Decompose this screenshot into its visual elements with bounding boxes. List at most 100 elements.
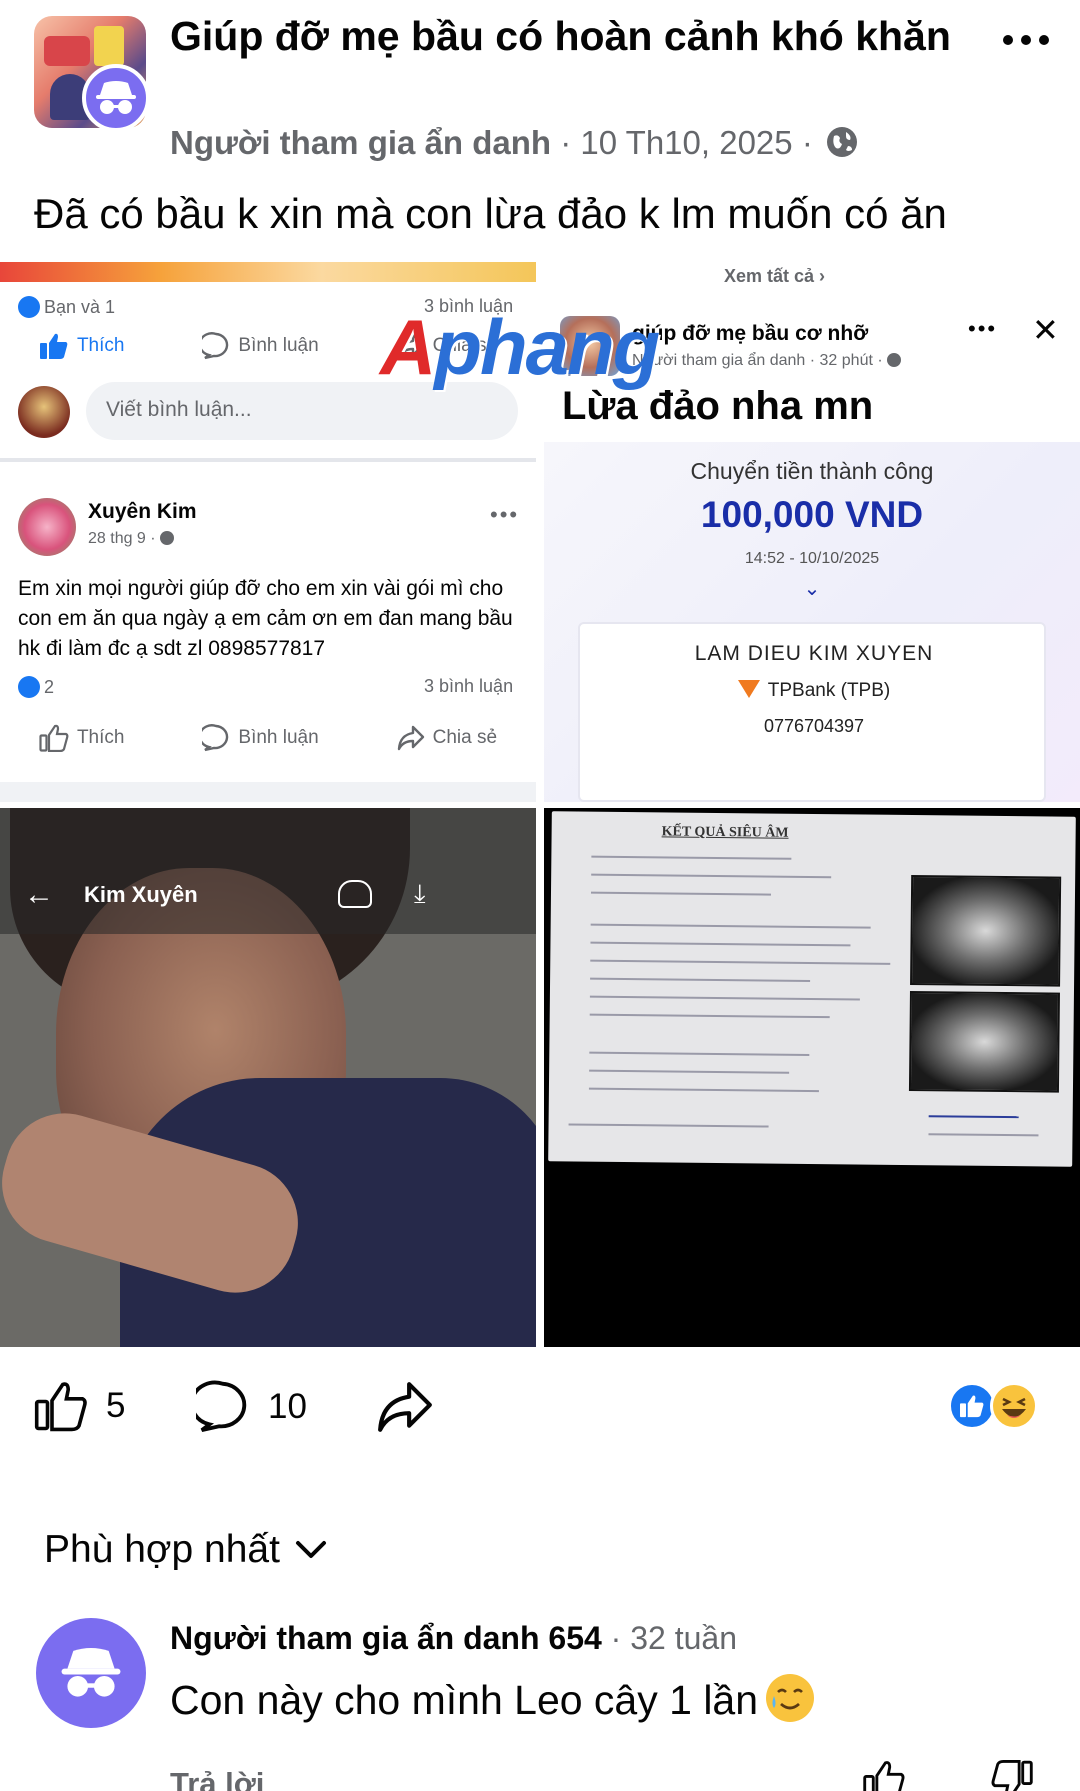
transfer-receipt: Chuyển tiền thành công 100,000 VND 14:52…	[544, 442, 1080, 802]
post-meta: Người tham gia ẩn danh · 32 phút ·	[632, 352, 902, 370]
comment-dislike-icon[interactable]	[990, 1760, 1034, 1791]
haha-reaction-icon	[990, 1382, 1038, 1430]
profile-photo[interactable]: ← Kim Xuyên ⤓	[0, 808, 536, 1347]
signature-line	[928, 1115, 1019, 1119]
comment-like-icon[interactable]	[862, 1760, 906, 1791]
comment-button[interactable]: Bình luận	[202, 724, 319, 752]
photo-top-bar	[0, 808, 536, 934]
like-reaction-icon	[18, 676, 40, 698]
comment-time: · 32 tuần	[601, 1620, 737, 1656]
document-paper: KẾT QUẢ SIÊU ÂM	[548, 811, 1076, 1167]
comment-action[interactable]: 10	[196, 1380, 307, 1434]
back-arrow-icon[interactable]: ←	[24, 878, 54, 912]
like-button[interactable]: Thích	[39, 724, 124, 752]
text-line	[591, 873, 832, 879]
like-reaction-icon	[18, 296, 40, 318]
reaction-bar: 5 10	[0, 1370, 1080, 1450]
comment-text: Em xin mọi người giúp đỡ cho em xin vài …	[18, 577, 513, 660]
chevron-down-icon	[295, 1541, 326, 1558]
action-row: Thích Bình luận Chia sẻ	[0, 718, 536, 758]
transfer-amount: 100,000 VND	[700, 494, 924, 535]
comment-item: Người tham gia ẩn danh 654 · 32 tuần Con…	[0, 1610, 1080, 1791]
comment-count: 10	[268, 1387, 307, 1426]
meta-separator: ·	[801, 124, 813, 161]
reaction-summary-icons[interactable]	[948, 1382, 1044, 1432]
download-icon[interactable]: ⤓	[414, 878, 426, 910]
user-avatar[interactable]	[18, 386, 70, 438]
share-button[interactable]: Chia sẻ	[397, 725, 497, 751]
text-line	[590, 941, 851, 947]
divider	[0, 782, 536, 802]
more-options-icon[interactable]	[996, 22, 1056, 58]
share-arrow-icon	[397, 725, 424, 751]
ultrasound-image	[908, 991, 1060, 1093]
document-title: KẾT QUẢ SIÊU ÂM	[661, 824, 789, 841]
commenter-avatar[interactable]	[18, 498, 76, 556]
anonymous-badge-icon	[82, 64, 150, 132]
like-reaction-icon	[948, 1382, 996, 1430]
thumbs-up-icon	[39, 724, 69, 752]
meta-separator: ·	[560, 124, 572, 161]
more-options-icon[interactable]: •••	[968, 316, 997, 342]
anonymous-avatar-icon[interactable]	[36, 1618, 146, 1728]
divider	[0, 458, 536, 462]
post-author[interactable]: Người tham gia ẩn danh	[170, 124, 551, 161]
comment-bubble-icon	[202, 724, 229, 752]
bank-name: TPBank (TPB)	[546, 680, 1080, 702]
text-line	[591, 855, 792, 860]
comment-text: Con này cho mình Leo cây 1 lần	[170, 1674, 815, 1724]
text-line	[590, 891, 771, 896]
profile-name[interactable]: Kim Xuyên	[84, 882, 198, 908]
comment-comments-count: 3 bình luận	[424, 676, 514, 696]
tpbank-logo-icon	[737, 680, 760, 698]
globe-icon	[826, 126, 858, 166]
globe-icon	[887, 353, 902, 367]
upload-cloud-icon[interactable]	[338, 880, 372, 908]
post-text: Đã có bầu k xin mà con lừa đảo k lm muốn…	[34, 190, 947, 237]
comment-button[interactable]: Bình luận	[202, 332, 319, 360]
share-arrow-icon	[378, 1382, 432, 1432]
see-all-link[interactable]: Xem tất cả ›	[724, 266, 825, 287]
reply-link[interactable]: Trả lời	[170, 1766, 264, 1791]
group-title[interactable]: Giúp đỡ mẹ bầu có hoàn cảnh khó khăn	[170, 10, 970, 63]
post-date[interactable]: 10 Th10, 2025	[580, 124, 792, 161]
ultrasound-image	[910, 875, 1062, 987]
crying-smile-emoji-icon	[766, 1674, 815, 1722]
transfer-status: Chuyển tiền thành công	[690, 458, 934, 484]
thumbs-up-icon	[34, 1382, 87, 1432]
like-button[interactable]: Thích	[39, 332, 124, 360]
group-name[interactable]: giúp đỡ mẹ bầu cơ nhỡ	[632, 322, 868, 346]
commenter-name[interactable]: Xuyên Kim	[88, 500, 197, 524]
image-strip	[0, 262, 536, 282]
thumbs-up-icon	[39, 333, 68, 359]
post-image-grid[interactable]: Bạn và 1 3 bình luận Thích Bình luận Chi…	[0, 262, 1080, 1347]
transfer-time: 14:52 - 10/10/2025	[744, 550, 880, 567]
chevron-down-icon: ⌄	[803, 578, 821, 600]
text-line	[589, 995, 860, 1001]
globe-icon	[160, 531, 175, 545]
text-line	[590, 977, 811, 982]
watermark-logo: Aphang	[380, 303, 660, 391]
comment-bubble-icon	[202, 332, 229, 360]
text-line	[588, 1087, 819, 1093]
comment-more-icon[interactable]: •••	[490, 502, 519, 528]
sort-label: Phù hợp nhất	[44, 1528, 280, 1571]
text-line	[590, 923, 871, 929]
comment-bubble-icon	[196, 1380, 247, 1433]
comment-time: 28 thg 9 ·	[88, 530, 175, 548]
reaction-summary: Bạn và 1	[18, 296, 115, 318]
post-header: Giúp đỡ mẹ bầu có hoàn cảnh khó khăn Ngư…	[0, 0, 1080, 180]
ultrasound-document[interactable]: KẾT QUẢ SIÊU ÂM	[544, 808, 1080, 1347]
close-icon[interactable]: ✕	[1032, 314, 1059, 346]
post-meta: Người tham gia ẩn danh · 10 Th10, 2025 ·	[170, 124, 858, 166]
recipient-name: LAM DIEU KIM XUYEN	[694, 642, 934, 665]
recipient-card: LAM DIEU KIM XUYEN TPBank (TPB) 07767043…	[578, 622, 1046, 802]
comment-author[interactable]: Người tham gia ẩn danh 654 · 32 tuần	[170, 1620, 737, 1657]
account-number: 0776704397	[763, 716, 865, 736]
text-line	[589, 1051, 810, 1056]
text-line	[928, 1133, 1039, 1137]
text-line	[589, 1069, 790, 1074]
share-action[interactable]	[376, 1380, 434, 1434]
like-action[interactable]: 5	[34, 1380, 125, 1432]
comment-sort-dropdown[interactable]: Phù hợp nhất	[44, 1528, 328, 1572]
